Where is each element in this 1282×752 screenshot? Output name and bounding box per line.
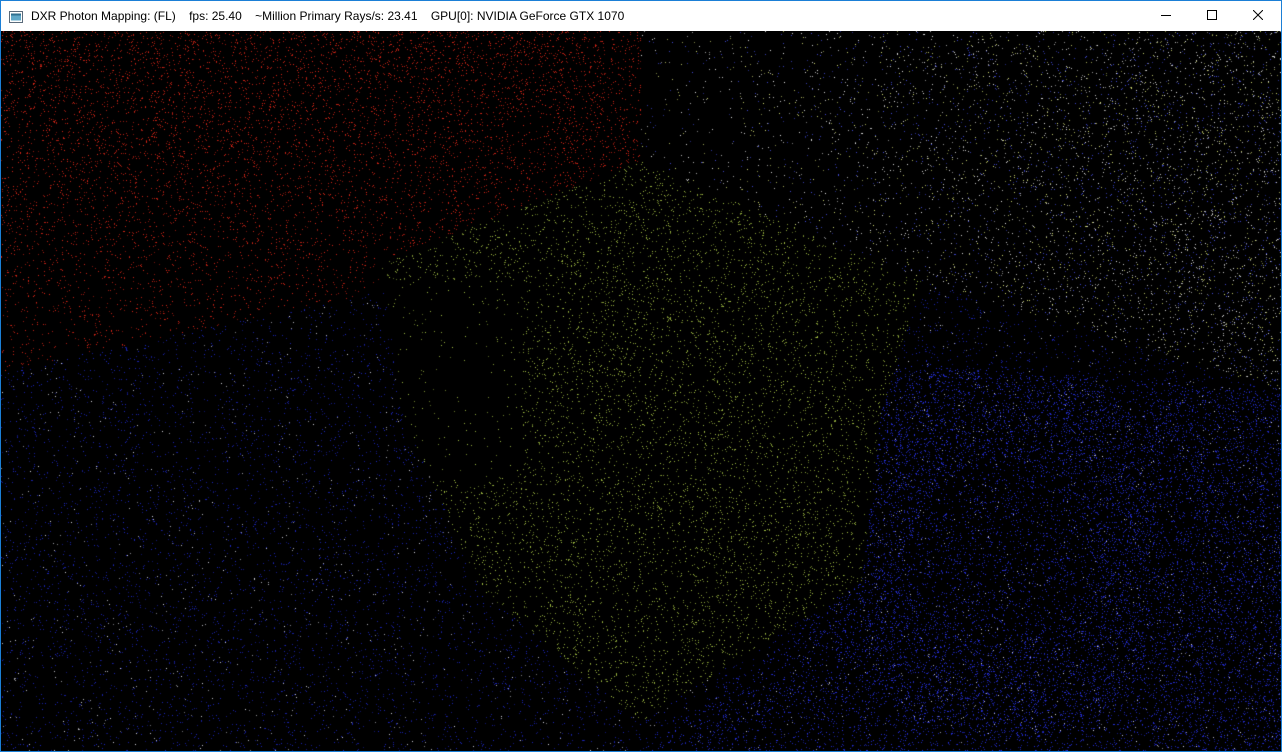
close-button[interactable] bbox=[1235, 1, 1281, 31]
photon-render-canvas[interactable] bbox=[1, 31, 1281, 751]
app-window: DXR Photon Mapping: (FL) fps: 25.40 ~Mil… bbox=[0, 0, 1282, 752]
maximize-button[interactable] bbox=[1189, 1, 1235, 31]
window-controls bbox=[1143, 1, 1281, 31]
render-viewport[interactable] bbox=[1, 31, 1281, 751]
minimize-button[interactable] bbox=[1143, 1, 1189, 31]
close-icon bbox=[1252, 7, 1264, 25]
minimize-icon bbox=[1161, 7, 1171, 25]
window-title: DXR Photon Mapping: (FL) fps: 25.40 ~Mil… bbox=[31, 9, 625, 23]
app-icon bbox=[9, 10, 23, 23]
title-bar[interactable]: DXR Photon Mapping: (FL) fps: 25.40 ~Mil… bbox=[1, 1, 1281, 31]
maximize-icon bbox=[1207, 7, 1217, 25]
